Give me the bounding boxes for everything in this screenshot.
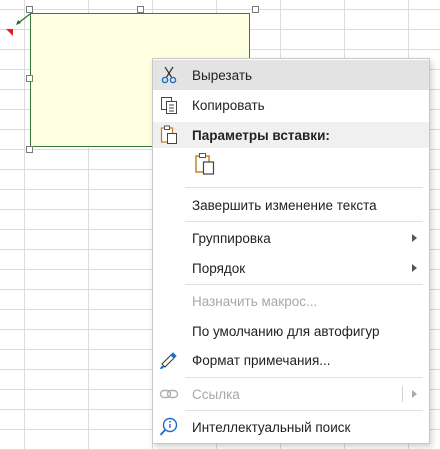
scissors-icon [159,65,179,85]
menu-item-label: По умолчанию для автофигур [192,323,380,339]
menu-separator [185,377,423,378]
menu-item-label: Группировка [192,230,271,246]
menu-item-label: Копировать [192,97,265,113]
format-shape-icon [159,350,179,370]
menu-item-set-default-shape[interactable]: По умолчанию для автофигур [153,316,429,346]
menu-item-copy[interactable]: Копировать [153,90,429,120]
resize-handle-middle-left[interactable] [26,75,33,82]
menu-item-label: Ссылка [192,386,240,402]
copy-icon [159,95,179,115]
resize-handle-top-middle[interactable] [137,6,144,13]
menu-separator [185,410,423,411]
menu-item-label: Вырезать [192,67,253,83]
menu-item-label: Интеллектуальный поиск [192,419,351,435]
menu-item-label: Порядок [192,260,246,276]
paste-options-header: Параметры вставки: [153,122,429,148]
smart-lookup-icon [159,417,179,437]
menu-item-group[interactable]: Группировка [153,223,429,253]
submenu-arrow-icon [412,264,417,272]
menu-separator [185,221,423,222]
menu-item-order[interactable]: Порядок [153,253,429,283]
menu-item-link[interactable]: Ссылка [153,379,429,409]
resize-handle-bottom-left[interactable] [26,146,33,153]
resize-handle-top-left[interactable] [26,6,33,13]
menu-separator [185,187,423,188]
comment-indicator [6,29,13,36]
menu-item-exit-text-edit[interactable]: Завершить изменение текста [153,190,429,220]
paste-keep-formatting-icon [194,152,216,179]
menu-item-smart-lookup[interactable]: Интеллектуальный поиск [153,412,429,442]
submenu-arrow-icon [412,390,417,398]
link-icon [159,384,179,404]
context-menu: Вырезать Копировать Параметры вставки: З… [152,58,430,444]
split-separator [402,386,403,402]
menu-item-label: Завершить изменение текста [192,197,377,213]
menu-separator [185,284,423,285]
paste-icon [159,125,179,145]
resize-handle-top-right[interactable] [252,6,259,13]
submenu-arrow-icon [412,234,417,242]
menu-item-format-comment[interactable]: Формат примечания... [153,345,429,375]
paste-option-keep-formatting[interactable] [193,152,217,179]
menu-item-label: Назначить макрос... [192,293,318,309]
menu-item-label: Формат примечания... [192,352,331,368]
menu-item-label: Параметры вставки: [192,127,330,143]
menu-item-assign-macro[interactable]: Назначить макрос... [153,286,429,316]
menu-item-cut[interactable]: Вырезать [153,60,429,90]
